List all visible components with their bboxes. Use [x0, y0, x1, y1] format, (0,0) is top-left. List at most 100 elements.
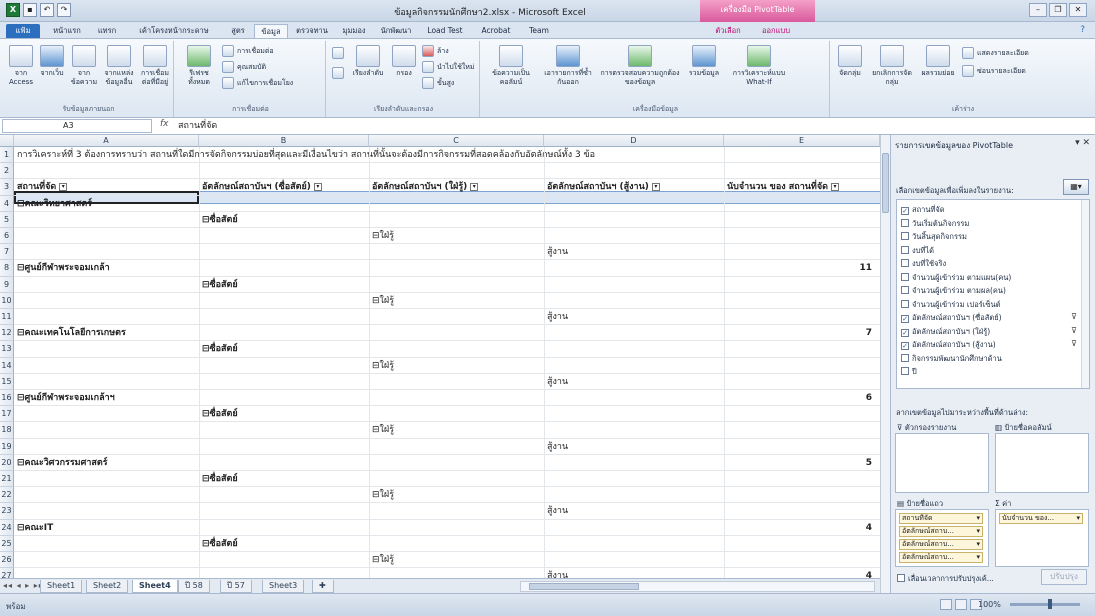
row-chip[interactable]: อัตลักษณ์สถาบ...: [899, 539, 983, 550]
reapply-button[interactable]: นำไปใช้ใหม่: [422, 61, 475, 73]
pivot-field-item[interactable]: ปี: [901, 366, 917, 378]
remove-duplicates-button[interactable]: เอารายการที่ซ้ำกันออก: [540, 45, 596, 87]
column-header-d[interactable]: D: [544, 135, 724, 147]
formula-input[interactable]: สถานที่จัด: [178, 119, 217, 133]
column-labels-zone[interactable]: [995, 433, 1089, 493]
pivot-field-item[interactable]: ✓ สถานที่จัด: [901, 204, 945, 216]
sort-button[interactable]: เรียงลำดับ: [350, 45, 386, 78]
filter-dropdown-icon[interactable]: ▾: [313, 182, 322, 191]
field-checkbox[interactable]: ✓: [901, 328, 909, 337]
fx-icon[interactable]: fx: [160, 119, 169, 129]
row-header[interactable]: 25: [0, 535, 14, 552]
row-chip[interactable]: อัตลักษณ์สถาบ...: [899, 552, 983, 563]
tab-design[interactable]: ออกแบบ: [754, 24, 798, 38]
field-checkbox[interactable]: [901, 218, 909, 227]
value-chip[interactable]: นับจำนวน ของ...: [999, 513, 1083, 524]
pivot-header-cell[interactable]: สถานที่จัด ▾: [17, 181, 68, 193]
row-header[interactable]: 9: [0, 276, 14, 293]
from-web-button[interactable]: จากเว็บ: [38, 45, 66, 78]
row-header[interactable]: 7: [0, 244, 14, 261]
hscroll-thumb[interactable]: [529, 583, 639, 590]
pivot-header-cell[interactable]: นับจำนวน ของ สถานที่จัด ▾: [727, 181, 839, 193]
tab-review[interactable]: ตรวจทาน: [292, 24, 332, 38]
close-pane-icon[interactable]: ▾ ✕: [1075, 138, 1090, 148]
vertical-scrollbar[interactable]: [880, 135, 890, 593]
sheet-tab-sheet4[interactable]: Sheet4: [132, 580, 178, 593]
field-checkbox[interactable]: [901, 353, 909, 362]
subtotal-button[interactable]: ผลรวมย่อย: [920, 45, 956, 78]
tab-options[interactable]: ตัวเลือก: [706, 24, 750, 38]
column-header-e[interactable]: E: [724, 135, 880, 147]
field-checkbox[interactable]: [901, 259, 909, 267]
sheet-tab-sheet3[interactable]: Sheet3: [262, 580, 305, 593]
report-filter-zone[interactable]: [895, 433, 989, 493]
sheet-tab-year58[interactable]: ปี 58: [178, 580, 210, 593]
filter-dropdown-icon[interactable]: ▾: [59, 182, 68, 191]
column-header-c[interactable]: C: [369, 135, 544, 147]
defer-checkbox-box[interactable]: [897, 574, 905, 582]
help-icon[interactable]: ?: [1080, 25, 1085, 35]
insert-sheet-icon[interactable]: ✚: [312, 580, 334, 593]
restore-icon[interactable]: ❐: [1049, 3, 1067, 17]
tab-team[interactable]: Team: [522, 24, 556, 38]
sort-za-button[interactable]: [332, 67, 347, 79]
select-all-corner[interactable]: [0, 135, 14, 147]
advanced-button[interactable]: ขั้นสูง: [422, 77, 454, 89]
worksheet-grid[interactable]: A B C D E 1 การวิเคราะห์ที่ 3 ต้องการทราบ…: [0, 135, 880, 593]
ungroup-button[interactable]: ยกเลิกการจัดกลุ่ม: [868, 45, 916, 87]
field-checkbox[interactable]: [901, 232, 909, 240]
row-header[interactable]: 20: [0, 454, 14, 471]
sheet-nav-arrows[interactable]: ◂◂ ◂ ▸ ▸▸: [3, 581, 44, 590]
row-header[interactable]: 22: [0, 487, 14, 504]
pivot-field-item[interactable]: กิจกรรมพัฒนานักศึกษาด้าน: [901, 353, 1002, 365]
pivot-field-item[interactable]: งบที่ใช้จริง: [901, 258, 946, 270]
field-checkbox[interactable]: [901, 286, 909, 294]
tab-acrobat[interactable]: Acrobat: [474, 24, 518, 38]
row-header[interactable]: 5: [0, 211, 14, 228]
field-checkbox[interactable]: [901, 245, 909, 254]
row-header[interactable]: 26: [0, 552, 14, 569]
field-checkbox[interactable]: ✓: [901, 342, 909, 350]
tab-developer[interactable]: นักพัฒนา: [376, 24, 416, 38]
show-detail-button[interactable]: แสดงรายละเอียด: [962, 47, 1029, 59]
filter-dropdown-icon[interactable]: ▾: [470, 182, 479, 191]
row-labels-zone[interactable]: สถานที่จัด อัตลักษณ์สถาบ... อัตลักษณ์สถา…: [895, 509, 989, 567]
filter-dropdown-icon[interactable]: ▾: [830, 182, 839, 191]
row-header[interactable]: 3: [0, 179, 14, 196]
defer-update-checkbox[interactable]: เลื่อนเวลาการปรับปรุงเค้...: [897, 573, 994, 585]
row-header[interactable]: 24: [0, 519, 14, 536]
from-access-button[interactable]: จาก Access: [6, 45, 36, 87]
pivot-field-item[interactable]: จำนวนผู้เข้าร่วม ตามผล(คน): [901, 285, 1006, 297]
column-header-a[interactable]: A: [14, 135, 199, 147]
edit-links-button[interactable]: แก้ไขการเชื่อมโยง: [222, 77, 293, 89]
tab-file[interactable]: แฟ้ม: [6, 24, 40, 38]
group-button[interactable]: จัดกลุ่ม: [836, 45, 864, 78]
horizontal-scrollbar[interactable]: [520, 581, 875, 592]
row-header[interactable]: 17: [0, 406, 14, 423]
pivot-field-item[interactable]: วันเริ่มต้นกิจกรรม: [901, 218, 969, 230]
field-checkbox[interactable]: [901, 299, 909, 308]
sheet-tab-sheet2[interactable]: Sheet2: [86, 580, 129, 593]
pivot-field-item[interactable]: งบที่ได้: [901, 245, 934, 257]
tab-load-test[interactable]: Load Test: [420, 24, 470, 38]
row-header[interactable]: 14: [0, 357, 14, 374]
refresh-all-button[interactable]: รีเฟรชทั้งหมด: [180, 45, 218, 87]
row-chip[interactable]: อัตลักษณ์สถาบ...: [899, 526, 983, 537]
values-zone[interactable]: นับจำนวน ของ...: [995, 509, 1089, 567]
pivot-field-item[interactable]: วันสิ้นสุดกิจกรรม: [901, 231, 967, 243]
layout-options-button[interactable]: ▦▾: [1063, 179, 1089, 195]
tab-insert[interactable]: แทรก: [92, 24, 122, 38]
row-header[interactable]: 2: [0, 163, 14, 180]
pivot-field-item[interactable]: ✓ อัตลักษณ์สถาบันฯ (สู้งาน): [901, 339, 996, 351]
name-box[interactable]: A3: [2, 119, 152, 133]
pivot-field-item[interactable]: ✓ อัตลักษณ์สถาบันฯ (ซื่อสัตย์): [901, 312, 1002, 324]
row-header[interactable]: 23: [0, 503, 14, 520]
field-checkbox[interactable]: [901, 367, 909, 375]
save-icon[interactable]: ▪: [23, 3, 37, 17]
consolidate-button[interactable]: รวมข้อมูล: [684, 45, 724, 78]
row-header[interactable]: 18: [0, 422, 14, 439]
text-to-columns-button[interactable]: ข้อความเป็นคอลัมน์: [486, 45, 536, 87]
row-header[interactable]: 11: [0, 309, 14, 326]
zoom-slider-thumb[interactable]: [1048, 599, 1052, 609]
what-if-analysis-button[interactable]: การวิเคราะห์แบบ What-If: [728, 45, 790, 87]
